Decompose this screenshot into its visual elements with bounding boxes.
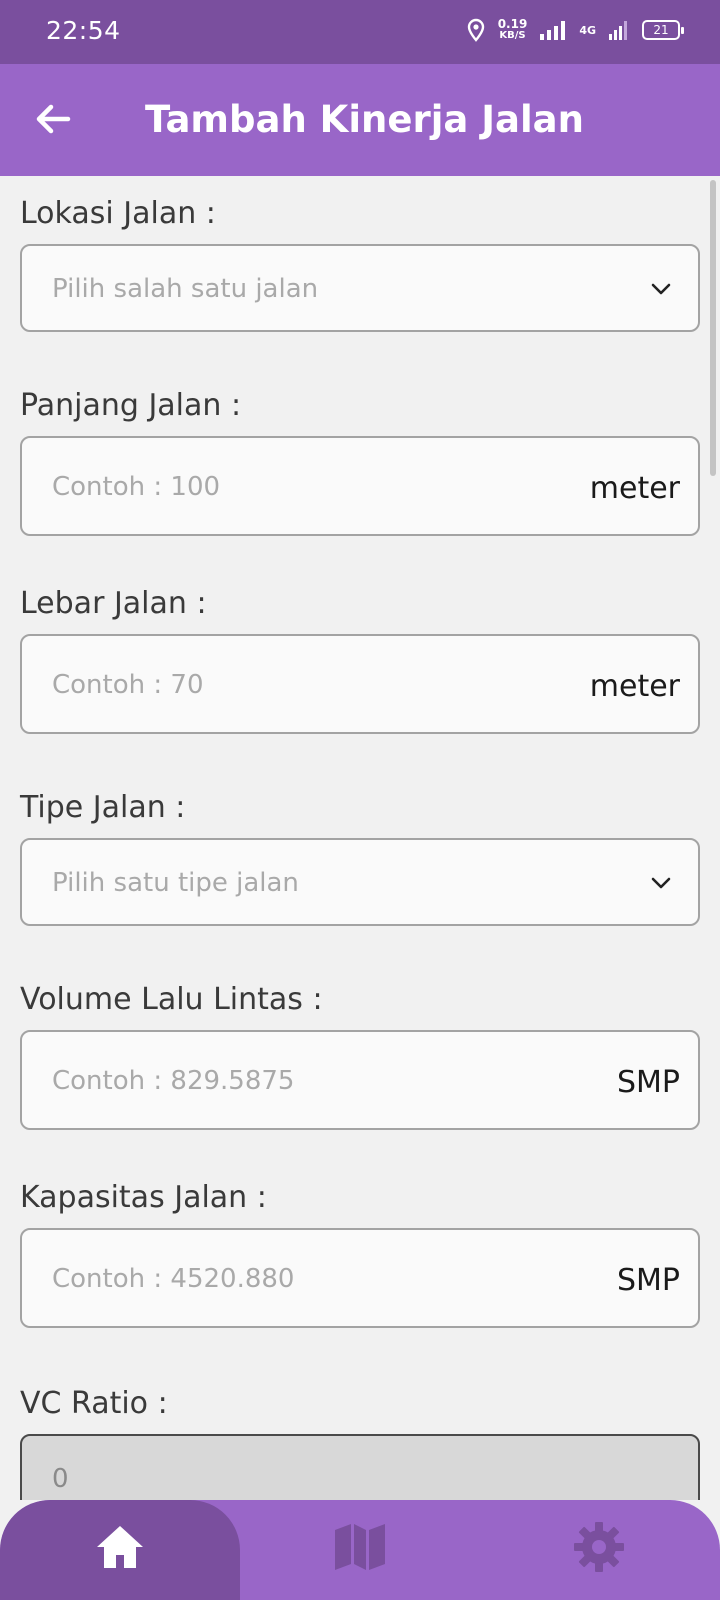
lokasi-placeholder: Pilih salah satu jalan — [52, 274, 319, 304]
vc-ratio-field: 0 — [20, 1434, 700, 1500]
bottom-nav — [0, 1500, 720, 1600]
net-speed: 0.19 KB/S — [497, 17, 528, 41]
kapasitas-input[interactable]: Contoh : 4520.880 SMP — [20, 1228, 700, 1328]
signal-icon — [540, 21, 566, 40]
net-speed-value: 0.19 — [497, 17, 528, 31]
vc-ratio-label: VC Ratio : — [20, 1386, 168, 1421]
signal-weak-icon — [609, 21, 627, 40]
map-icon[interactable] — [333, 1520, 387, 1574]
panjang-placeholder: Contoh : 100 — [52, 472, 221, 502]
arrow-left-icon[interactable] — [30, 96, 76, 142]
lebar-label: Lebar Jalan : — [20, 586, 207, 621]
lokasi-dropdown[interactable]: Pilih salah satu jalan — [20, 244, 700, 332]
page-title: Tambah Kinerja Jalan — [145, 98, 584, 141]
lebar-input[interactable]: Contoh : 70 meter — [20, 634, 700, 734]
panjang-unit: meter — [589, 471, 680, 506]
volume-unit: SMP — [616, 1065, 680, 1100]
panjang-label: Panjang Jalan : — [20, 388, 242, 423]
chevron-down-icon — [651, 877, 671, 889]
tipe-label: Tipe Jalan : — [20, 790, 186, 825]
status-time: 22:54 — [46, 16, 121, 45]
network-type: 4G — [579, 23, 596, 37]
kapasitas-placeholder: Contoh : 4520.880 — [52, 1264, 295, 1294]
form-content[interactable]: Lokasi Jalan : Pilih salah satu jalan Pa… — [0, 176, 720, 1500]
home-icon[interactable] — [93, 1520, 147, 1574]
volume-input[interactable]: Contoh : 829.5875 SMP — [20, 1030, 700, 1130]
lebar-placeholder: Contoh : 70 — [52, 670, 204, 700]
tipe-placeholder: Pilih satu tipe jalan — [52, 868, 299, 898]
app-bar: Tambah Kinerja Jalan — [0, 64, 720, 176]
volume-placeholder: Contoh : 829.5875 — [52, 1066, 295, 1096]
net-speed-unit: KB/S — [499, 30, 526, 41]
lebar-unit: meter — [589, 669, 680, 704]
lokasi-label: Lokasi Jalan : — [20, 196, 216, 231]
kapasitas-label: Kapasitas Jalan : — [20, 1180, 267, 1215]
gear-icon[interactable] — [572, 1520, 626, 1574]
kapasitas-unit: SMP — [616, 1263, 680, 1298]
tipe-dropdown[interactable]: Pilih satu tipe jalan — [20, 838, 700, 926]
vc-ratio-value: 0 — [52, 1464, 69, 1494]
volume-label: Volume Lalu Lintas : — [20, 982, 323, 1017]
battery-icon: 21 — [642, 20, 684, 40]
panjang-input[interactable]: Contoh : 100 meter — [20, 436, 700, 536]
status-bar: 22:54 0.19 KB/S 4G 21 — [0, 0, 720, 64]
scrollbar[interactable] — [710, 180, 716, 476]
status-icons: 0.19 KB/S 4G 21 — [466, 17, 684, 42]
chevron-down-icon — [651, 283, 671, 295]
location-icon — [467, 18, 484, 42]
